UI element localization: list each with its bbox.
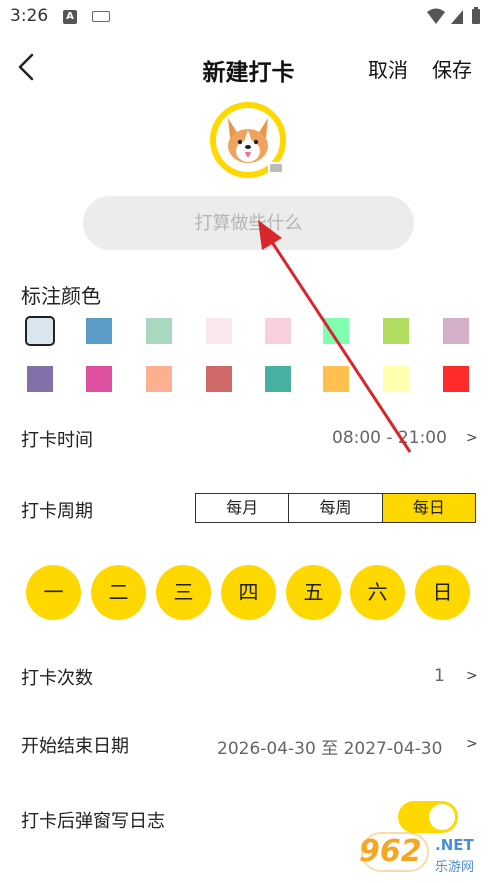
count-row-value[interactable]: 1	[434, 666, 445, 686]
color-swatch[interactable]	[443, 318, 469, 344]
a-notification-icon: A	[63, 10, 77, 24]
day-thursday[interactable]: 四	[221, 565, 276, 620]
status-time: 3:26	[10, 6, 49, 26]
color-swatch[interactable]	[383, 318, 409, 344]
watermark-number: 962	[359, 834, 422, 869]
period-option-weekly[interactable]: 每周	[289, 494, 383, 522]
color-swatch[interactable]	[206, 366, 232, 392]
color-swatch[interactable]	[206, 318, 232, 344]
count-chevron-icon[interactable]: >	[466, 668, 478, 684]
day-wednesday[interactable]: 三	[156, 565, 211, 620]
color-swatch[interactable]	[383, 366, 409, 392]
color-swatch[interactable]	[86, 318, 112, 344]
color-swatch[interactable]	[25, 316, 55, 346]
time-chevron-icon[interactable]: >	[466, 430, 478, 446]
popup-row-label: 打卡后弹窗写日志	[21, 811, 165, 832]
date-row-value[interactable]: 2026-04-30 至 2027-04-30	[217, 734, 442, 759]
battery-icon	[472, 9, 480, 24]
period-option-daily[interactable]: 每日	[382, 494, 475, 522]
color-swatch[interactable]	[323, 366, 349, 392]
day-monday[interactable]: 一	[26, 565, 81, 620]
watermark-sub: 乐游网	[435, 860, 475, 875]
watermark-logo: 962 .NET 乐游网	[359, 830, 489, 878]
color-swatch[interactable]	[146, 318, 172, 344]
color-swatch[interactable]	[265, 366, 291, 392]
cancel-button[interactable]: 取消	[368, 54, 408, 83]
status-bar: 3:26 A	[0, 0, 497, 34]
color-swatch[interactable]	[146, 366, 172, 392]
header: 新建打卡 取消 保存	[0, 44, 497, 90]
status-icons	[427, 7, 480, 24]
wifi-icon	[427, 8, 445, 24]
color-swatch[interactable]	[27, 366, 53, 392]
day-saturday[interactable]: 六	[350, 565, 405, 620]
day-sunday[interactable]: 日	[415, 565, 470, 620]
save-button[interactable]: 保存	[432, 54, 472, 83]
period-segmented-control: 每月 每周 每日	[195, 493, 476, 523]
period-option-monthly[interactable]: 每月	[196, 494, 290, 522]
day-tuesday[interactable]: 二	[91, 565, 146, 620]
day-friday[interactable]: 五	[286, 565, 341, 620]
toggle-knob	[429, 804, 455, 830]
avatar-picker[interactable]	[210, 102, 286, 178]
camera-icon[interactable]	[268, 162, 284, 174]
keyboard-icon	[92, 11, 110, 22]
time-row-value[interactable]: 08:00 - 21:00	[332, 428, 447, 448]
habit-name-input[interactable]	[83, 196, 414, 250]
signal-icon	[451, 10, 463, 24]
color-section-label: 标注颜色	[21, 284, 101, 308]
time-row-label: 打卡时间	[21, 430, 93, 451]
color-swatch[interactable]	[86, 366, 112, 392]
page-title: 新建打卡	[202, 60, 295, 86]
color-swatch[interactable]	[443, 366, 469, 392]
color-swatch[interactable]	[323, 318, 349, 344]
popup-log-toggle[interactable]	[398, 801, 458, 833]
date-chevron-icon[interactable]: >	[466, 736, 478, 752]
watermark-net: .NET	[435, 836, 474, 854]
color-swatch[interactable]	[265, 318, 291, 344]
date-row-label: 开始结束日期	[21, 736, 129, 757]
count-row-label: 打卡次数	[21, 668, 93, 689]
period-row-label: 打卡周期	[21, 501, 93, 522]
